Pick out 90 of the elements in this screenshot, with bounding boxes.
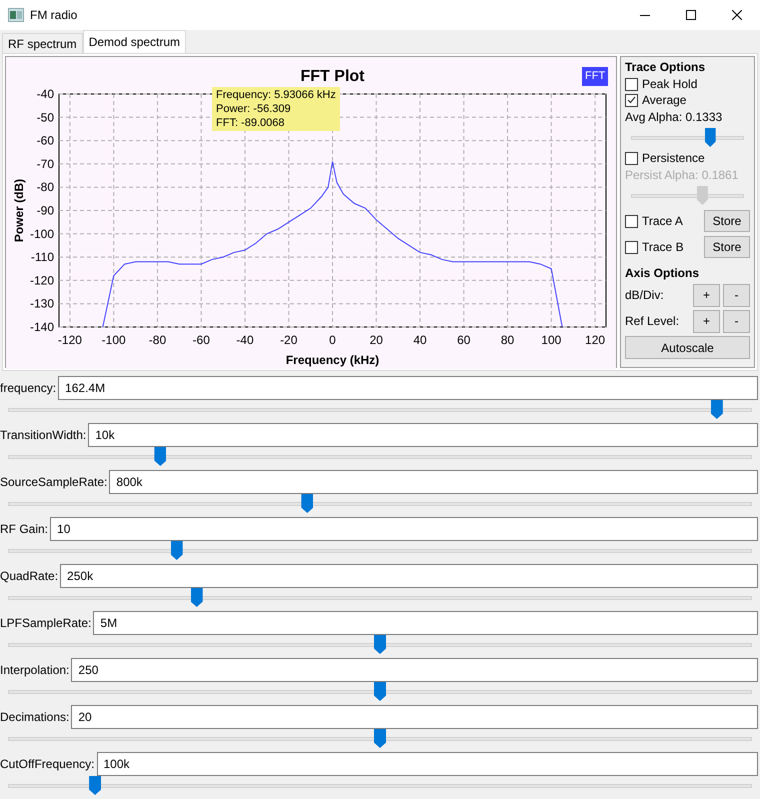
- y-tick-label: -110: [30, 250, 54, 264]
- x-tick-label: 20: [370, 333, 383, 347]
- axis-label: dB/Div:: [625, 287, 664, 304]
- store-button[interactable]: Store: [704, 210, 750, 232]
- y-tick-label: -60: [36, 134, 54, 148]
- param-label: frequency:: [0, 380, 56, 396]
- param-label: LPFSampleRate:: [0, 614, 92, 632]
- param-field[interactable]: 162.4M: [58, 376, 758, 400]
- x-tick-label: -60: [192, 333, 210, 347]
- x-tick-label: -100: [102, 333, 126, 347]
- minus-button[interactable]: -: [723, 310, 750, 332]
- param-label: QuadRate:: [0, 568, 58, 584]
- param-label: SourceSampleRate:: [0, 474, 108, 490]
- slider-thumb[interactable]: [710, 400, 723, 419]
- checkbox-label: Peak Hold: [642, 76, 698, 93]
- x-tick-label: -20: [280, 333, 298, 347]
- param-field[interactable]: 250k: [60, 564, 758, 588]
- minus-button[interactable]: -: [723, 284, 750, 306]
- slider-thumb[interactable]: [374, 635, 386, 654]
- slider-thumb[interactable]: [704, 128, 716, 147]
- slider-thumb[interactable]: [374, 682, 386, 701]
- chart-title: FFT Plot: [300, 68, 364, 85]
- y-tick-label: -140: [30, 320, 54, 334]
- x-tick-label: 120: [585, 333, 606, 347]
- checkbox-label: Trace A: [642, 213, 683, 230]
- slider-thumb[interactable]: [374, 729, 386, 748]
- checkbox[interactable]: [625, 94, 638, 106]
- x-tick-label: 100: [541, 333, 562, 347]
- param-label: CutOffFrequency:: [0, 756, 94, 772]
- param-field[interactable]: 5M: [93, 610, 758, 634]
- plus-button[interactable]: +: [693, 310, 720, 332]
- maximize-icon: [686, 10, 696, 20]
- y-tick-label: -70: [36, 156, 54, 171]
- y-tick-label: -90: [36, 204, 54, 218]
- x-axis-label: Frequency (kHz): [286, 353, 380, 367]
- legend-badge: FFT: [582, 67, 608, 86]
- close-icon: [732, 10, 742, 20]
- checkmark-icon: [627, 96, 636, 104]
- x-tick-label: 80: [500, 333, 514, 347]
- param-field[interactable]: 10k: [88, 422, 758, 446]
- x-tick-label: -40: [236, 333, 254, 347]
- group-title: Axis Options: [625, 265, 700, 282]
- tooltip-text: Frequency: 5.93066 kHz: [216, 88, 336, 102]
- checkbox-label: Average: [642, 92, 686, 109]
- x-tick-label: -120: [58, 333, 82, 347]
- slider-thumb[interactable]: [190, 588, 203, 607]
- axis-label: Ref Level:: [625, 313, 680, 330]
- tab[interactable]: Demod spectrum: [82, 30, 186, 53]
- tooltip-text: Power: -56.309: [216, 102, 292, 116]
- y-tick-label: -120: [30, 273, 54, 288]
- param-label: TransitionWidth:: [0, 426, 86, 444]
- checkbox-label: Trace B: [642, 239, 684, 256]
- param-field[interactable]: 20: [71, 704, 758, 728]
- param-field[interactable]: 250: [71, 658, 758, 682]
- plus-button[interactable]: +: [693, 284, 720, 306]
- x-tick-label: 60: [457, 333, 470, 347]
- checkbox[interactable]: [625, 214, 638, 228]
- checkbox[interactable]: [625, 78, 638, 90]
- minimize-icon: [640, 14, 650, 16]
- param-field[interactable]: 800k: [109, 470, 758, 494]
- y-tick-label: -50: [36, 110, 54, 124]
- slider-label: Persist Alpha: 0.1861: [625, 167, 740, 184]
- store-button[interactable]: Store: [704, 236, 750, 258]
- y-axis-label: Power (dB): [12, 178, 26, 242]
- checkbox[interactable]: [625, 152, 638, 164]
- slider-thumb[interactable]: [154, 447, 166, 466]
- param-label: Interpolation:: [0, 662, 70, 678]
- slider-thumb[interactable]: [301, 494, 314, 513]
- param-field[interactable]: 100k: [96, 752, 758, 776]
- param-label: RF Gain:: [0, 520, 48, 538]
- checkbox-label: Persistence: [642, 150, 705, 167]
- param-label: Decimations:: [0, 708, 70, 726]
- slider-thumb[interactable]: [170, 541, 183, 560]
- window-title: FM radio: [30, 7, 78, 24]
- param-field[interactable]: 10: [50, 516, 758, 540]
- tooltip-text: FFT: -89.0068: [216, 116, 286, 130]
- checkbox[interactable]: [625, 240, 638, 254]
- y-tick-label: -80: [36, 180, 54, 194]
- slider-label: Avg Alpha: 0.1333: [625, 109, 724, 126]
- y-tick-label: -130: [30, 296, 54, 311]
- group-title: Trace Options: [625, 59, 706, 76]
- x-tick-label: 40: [413, 333, 427, 347]
- autoscale-button[interactable]: Autoscale: [625, 336, 750, 359]
- slider-thumb[interactable]: [89, 776, 102, 795]
- app-icon: [8, 8, 24, 22]
- tab[interactable]: RF spectrum: [2, 33, 83, 53]
- y-tick-label: -100: [30, 226, 54, 241]
- x-tick-label: 0: [329, 333, 336, 347]
- y-tick-label: -40: [36, 87, 54, 101]
- x-tick-label: -80: [148, 333, 166, 347]
